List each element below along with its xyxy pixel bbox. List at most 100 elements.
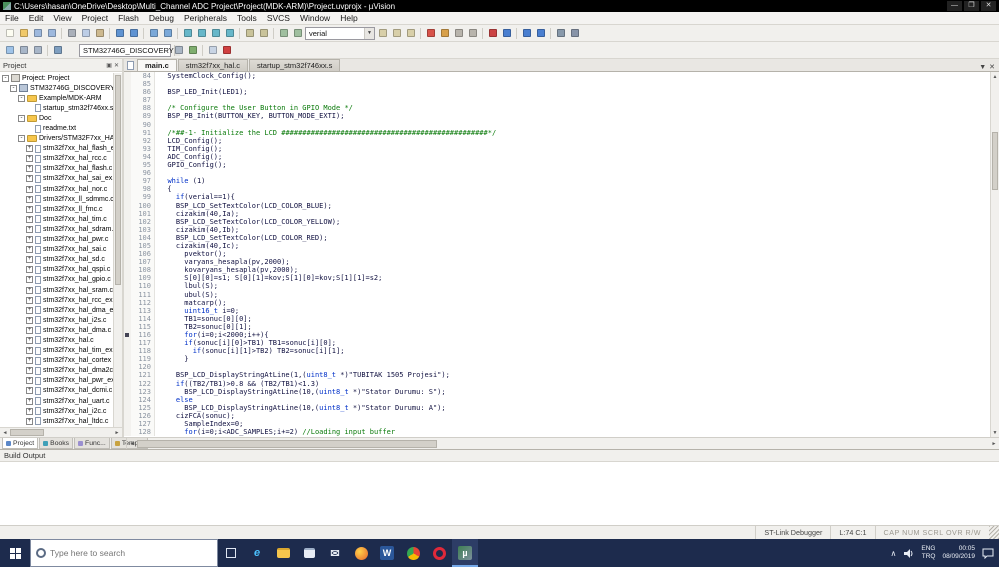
code-line-120[interactable]: 120 (124, 363, 990, 372)
menu-window[interactable]: Window (295, 13, 335, 23)
breakpoint-gutter[interactable] (124, 314, 131, 323)
indent-left-icon[interactable] (243, 27, 256, 40)
code-line-94[interactable]: 94 ADC_Config(); (124, 152, 990, 162)
watch-window-icon[interactable] (534, 27, 547, 40)
tree-item-readme-txt[interactable]: readme.txt (2, 123, 122, 133)
tree-item-stm32f7xx-ll-fmc-c[interactable]: + stm32f7xx_ll_fmc.c (2, 204, 122, 214)
tree-expander-icon[interactable]: + (26, 367, 33, 375)
breakpoint-gutter[interactable] (124, 161, 131, 170)
tree-item-stm32f7xx-hal-sai-c[interactable]: + stm32f7xx_hal_sai.c (2, 245, 122, 255)
tree-item-stm32f7xx-hal-dma-c[interactable]: + stm32f7xx_hal_dma.c (2, 325, 122, 335)
breakpoint-gutter[interactable] (124, 185, 131, 194)
tree-expander-icon[interactable]: - (18, 114, 25, 122)
tree-expander-icon[interactable]: + (26, 377, 33, 385)
start-button[interactable] (0, 539, 30, 567)
memory-window-icon[interactable] (520, 27, 533, 40)
task-view-button[interactable] (218, 539, 244, 567)
rebuild-all-icon[interactable] (31, 44, 44, 57)
tree-expander-icon[interactable]: + (26, 205, 33, 213)
build-target-icon[interactable] (17, 44, 30, 57)
manage-run-time-environment-icon[interactable] (186, 44, 199, 57)
code-line-100[interactable]: 100 BSP_LCD_SetTextColor(LCD_COLOR_BLUE)… (124, 201, 990, 210)
code-line-114[interactable]: 114 TB1=sonuc[0][0]; (124, 314, 990, 323)
tree-item-stm32f7xx-hal-cortex[interactable]: + stm32f7xx_hal_cortex (2, 356, 122, 366)
tree-expander-icon[interactable]: + (26, 357, 33, 365)
breakpoint-gutter[interactable] (124, 250, 131, 259)
find-icon[interactable] (390, 27, 403, 40)
menu-peripherals[interactable]: Peripherals (179, 13, 232, 23)
scrollbar-thumb[interactable] (137, 439, 437, 448)
tree-item-stm32f7xx-hal-rcc-c[interactable]: + stm32f7xx_hal_rcc.c (2, 154, 122, 164)
breakpoint-gutter[interactable] (124, 347, 131, 356)
scrollbar-thumb[interactable] (115, 75, 121, 285)
copy-icon[interactable] (79, 27, 92, 40)
menu-project[interactable]: Project (77, 13, 113, 23)
close-button[interactable]: ✕ (981, 1, 996, 11)
magnifier-icon[interactable] (568, 27, 581, 40)
action-center-icon[interactable] (982, 548, 994, 559)
new-file-icon[interactable] (3, 27, 16, 40)
code-line-95[interactable]: 95 GPIO_Config(); (124, 161, 990, 170)
code-line-96[interactable]: 96 (124, 169, 990, 178)
code-line-124[interactable]: 124 else (124, 395, 990, 404)
taskbar-app-file-explorer[interactable] (270, 539, 296, 567)
configure-target-icon[interactable] (554, 27, 567, 40)
breakpoint-gutter[interactable] (124, 290, 131, 299)
tree-item-startup-stm32f746xx-s[interactable]: startup_stm32f746xx.s (2, 103, 122, 113)
taskbar-app-store[interactable] (296, 539, 322, 567)
translate-file-icon[interactable] (3, 44, 16, 57)
tree-expander-icon[interactable]: + (26, 286, 33, 294)
code-line-102[interactable]: 102 BSP_LCD_SetTextColor(LCD_COLOR_YELLO… (124, 217, 990, 226)
code-line-88[interactable]: 88 /* Configure the User Button in GPIO … (124, 104, 990, 113)
tree-item-stm32f7xx-hal-qspi-c[interactable]: + stm32f7xx_hal_qspi.c (2, 265, 122, 275)
code-line-92[interactable]: 92 LCD_Config(); (124, 136, 990, 145)
find-in-files-icon[interactable] (376, 27, 389, 40)
tree-expander-icon[interactable]: + (26, 155, 33, 163)
find-combo[interactable]: verial ▼ (305, 26, 375, 40)
breakpoint-gutter[interactable] (124, 274, 131, 283)
close-panel-icon[interactable]: ✕ (114, 62, 119, 69)
code-line-112[interactable]: 112 matcarp(); (124, 298, 990, 307)
tab-startup-stm32f746xx-s[interactable]: startup_stm32f746xx.s (248, 59, 341, 71)
scroll-left-icon[interactable]: ◄ (0, 428, 10, 437)
tree-expander-icon[interactable]: + (26, 246, 33, 254)
tree-expander-icon[interactable]: + (26, 215, 33, 223)
tree-item-stm32f7xx-hal-flash-c[interactable]: + stm32f7xx_hal_flash.c (2, 164, 122, 174)
options-for-target-icon[interactable] (172, 44, 185, 57)
breakpoint-gutter[interactable] (124, 420, 131, 429)
breakpoint-gutter[interactable] (124, 88, 131, 97)
tree-expander-icon[interactable]: + (26, 236, 33, 244)
debug-start-stop-icon[interactable] (486, 27, 499, 40)
flag-icon[interactable] (220, 44, 233, 57)
code-line-113[interactable]: 113 uint16_t i=0; (124, 306, 990, 315)
breakpoint-kill-all-icon[interactable] (466, 27, 479, 40)
code-line-99[interactable]: 99 if(verial==1){ (124, 193, 990, 202)
tree-item-stm32f7xx-hal-dma2c[interactable]: + stm32f7xx_hal_dma2c (2, 366, 122, 376)
bookmark-clear-all-icon[interactable] (223, 27, 236, 40)
tree-item-stm32f7xx-hal-pwr-ex[interactable]: + stm32f7xx_hal_pwr_ex (2, 376, 122, 386)
code-line-123[interactable]: 123 BSP_LCD_DisplayStringAtLine(10,(uint… (124, 387, 990, 396)
code-line-103[interactable]: 103 cizakim(40,Ib); (124, 225, 990, 234)
breakpoint-gutter[interactable] (124, 128, 131, 137)
code-line-125[interactable]: 125 BSP_LCD_DisplayStringAtLine(10,(uint… (124, 403, 990, 412)
code-line-122[interactable]: 122 if((TB2/TB1)>0.8 && (TB2/TB1)<1.3) (124, 379, 990, 388)
code-line-106[interactable]: 106 pvektor(); (124, 250, 990, 259)
code-line-93[interactable]: 93 TIM_Config(); (124, 144, 990, 153)
code-line-86[interactable]: 86 BSP_LED_Init(LED1); (124, 88, 990, 97)
taskbar-app-edge[interactable]: e (244, 539, 270, 567)
resize-grip[interactable] (989, 526, 999, 539)
breakpoint-gutter[interactable] (124, 355, 131, 364)
taskbar-app-opera[interactable] (426, 539, 452, 567)
bookmark-previous-icon[interactable] (195, 27, 208, 40)
pin-panel-icon[interactable]: ▣ (106, 62, 112, 69)
menu-file[interactable]: File (0, 13, 24, 23)
project-tree-vscrollbar[interactable] (113, 73, 122, 427)
tab-list-dropdown[interactable]: ▼ (979, 64, 986, 71)
tree-item-stm32f7xx-hal-dcmi-c[interactable]: + stm32f7xx_hal_dcmi.c (2, 386, 122, 396)
tree-item-stm32f7xx-hal-pwr-c[interactable]: + stm32f7xx_hal_pwr.c (2, 235, 122, 245)
taskbar-app-uvision[interactable]: µ (452, 539, 478, 567)
breakpoint-gutter[interactable] (124, 209, 131, 218)
undo-icon[interactable] (113, 27, 126, 40)
code-line-108[interactable]: 108 kovaryans_hesapla(pv,2000); (124, 266, 990, 275)
tree-expander-icon[interactable]: - (10, 84, 17, 92)
